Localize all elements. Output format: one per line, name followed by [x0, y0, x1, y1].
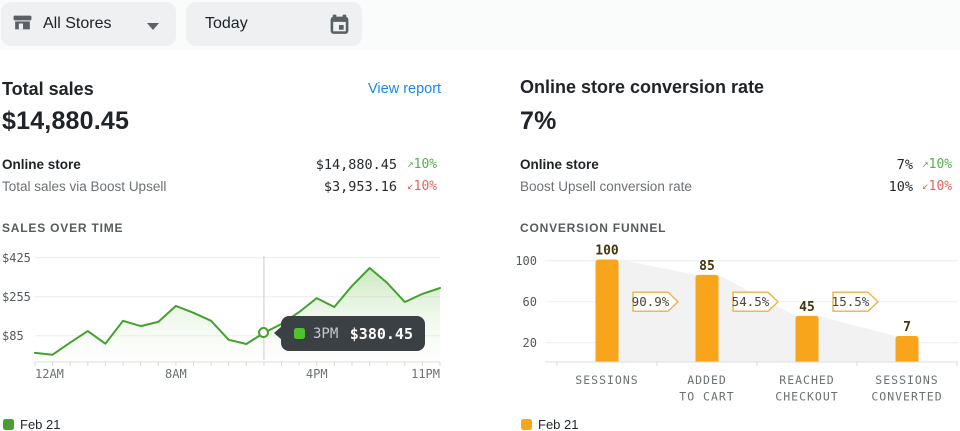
- store-selector-button[interactable]: All Stores: [1, 2, 176, 46]
- y-tick-label: $85: [2, 329, 24, 343]
- funnel-bar: [596, 260, 619, 363]
- metric-row-online-store-sales: Online store $14,880.45 ↗10%: [2, 155, 440, 175]
- category-label: CONVERTED: [871, 390, 942, 404]
- analytics-dashboard: All Stores Today Total sales View report…: [0, 0, 960, 431]
- metric-delta: ↙10%: [407, 179, 437, 194]
- metric-row-boost-upsell-conversion: Boost Upsell conversion rate 10% ↙10%: [520, 177, 958, 197]
- x-tick-label: 12AM: [35, 367, 64, 381]
- y-tick-label: $255: [2, 290, 31, 304]
- legend-label: Feb 21: [538, 417, 578, 431]
- x-tick-label: 11PM: [411, 367, 440, 381]
- delta-percent: 10%: [414, 157, 437, 172]
- total-sales-title: Total sales: [2, 79, 94, 100]
- trend-down-icon: ↙: [922, 179, 929, 192]
- delta-percent: 10%: [414, 179, 437, 194]
- category-label: CHECKOUT: [775, 390, 838, 404]
- metric-label: Online store: [520, 157, 599, 172]
- metric-label: Total sales via Boost Upsell: [2, 179, 166, 194]
- bar-value-label: 7: [903, 320, 911, 335]
- metric-delta: ↗10%: [922, 157, 952, 172]
- category-label: SESSIONS: [575, 373, 638, 387]
- metric-label: Online store: [2, 157, 81, 172]
- bar-value-label: 45: [799, 300, 815, 315]
- delta-percent: 10%: [929, 157, 952, 172]
- view-report-link[interactable]: View report: [368, 81, 441, 97]
- conversion-rate-value: 7%: [520, 107, 557, 136]
- legend-swatch-green: [3, 419, 14, 430]
- category-label: ADDED: [687, 373, 727, 387]
- delta-percent: 10%: [929, 179, 952, 194]
- category-label: TO CART: [679, 390, 734, 404]
- y-tick-label: 100: [515, 254, 537, 268]
- legend-swatch-orange: [521, 419, 532, 430]
- metric-value: $14,880.45: [252, 157, 397, 173]
- metric-value: 10%: [780, 179, 913, 195]
- trend-up-icon: ↗: [922, 157, 929, 170]
- storefront-icon: [12, 12, 33, 36]
- sales-over-time-heading: SALES OVER TIME: [2, 221, 123, 235]
- trend-up-icon: ↗: [407, 157, 414, 170]
- metric-row-boost-upsell-sales: Total sales via Boost Upsell $3,953.16 ↙…: [2, 177, 440, 197]
- category-label: REACHED: [779, 373, 834, 387]
- trend-down-icon: ↙: [407, 179, 414, 192]
- x-tick-label: 4PM: [306, 367, 328, 381]
- conversion-rate-title: Online store conversion rate: [520, 77, 764, 98]
- y-tick-label: 20: [523, 336, 537, 350]
- x-tick-label: 8AM: [165, 367, 187, 381]
- conversion-badge-label: 54.5%: [732, 294, 770, 309]
- date-selector-label: Today: [205, 15, 248, 33]
- conversion-badge-label: 15.5%: [832, 294, 870, 309]
- y-tick-label: 60: [523, 295, 537, 309]
- tooltip-value: $380.45: [350, 325, 413, 343]
- funnel-bar: [796, 316, 819, 362]
- funnel-legend: Feb 21: [521, 417, 578, 431]
- store-selector-label: All Stores: [43, 15, 111, 33]
- metric-delta: ↙10%: [922, 179, 952, 194]
- metric-value: $3,953.16: [252, 179, 397, 195]
- metric-row-online-store-conversion: Online store 7% ↗10%: [520, 155, 958, 175]
- category-label: SESSIONS: [875, 373, 938, 387]
- funnel-bar: [896, 336, 919, 362]
- sales-legend: Feb 21: [3, 417, 60, 431]
- chevron-down-icon: [147, 23, 159, 30]
- legend-label: Feb 21: [20, 417, 60, 431]
- metric-delta: ↗10%: [407, 157, 437, 172]
- bar-value-label: 85: [699, 259, 715, 274]
- date-selector-button[interactable]: Today: [186, 2, 362, 46]
- calendar-icon: [328, 13, 351, 39]
- metric-value: 7%: [780, 157, 913, 173]
- topbar: All Stores Today: [0, 0, 960, 50]
- y-tick-label: $425: [2, 251, 31, 265]
- tooltip-series-swatch: [294, 328, 305, 339]
- total-sales-value: $14,880.45: [2, 107, 129, 136]
- tooltip-time: 3PM: [313, 326, 338, 342]
- chart-tooltip: 3PM $380.45: [281, 316, 425, 351]
- conversion-funnel-chart[interactable]: 100 60 20 100 85 45 7 90.9% 54.5% 15.5% SESSIONS AD…: [490, 225, 960, 407]
- metric-label: Boost Upsell conversion rate: [520, 179, 692, 194]
- bar-value-label: 100: [595, 244, 619, 259]
- conversion-badge-label: 90.9%: [632, 294, 670, 309]
- funnel-bar: [696, 275, 719, 362]
